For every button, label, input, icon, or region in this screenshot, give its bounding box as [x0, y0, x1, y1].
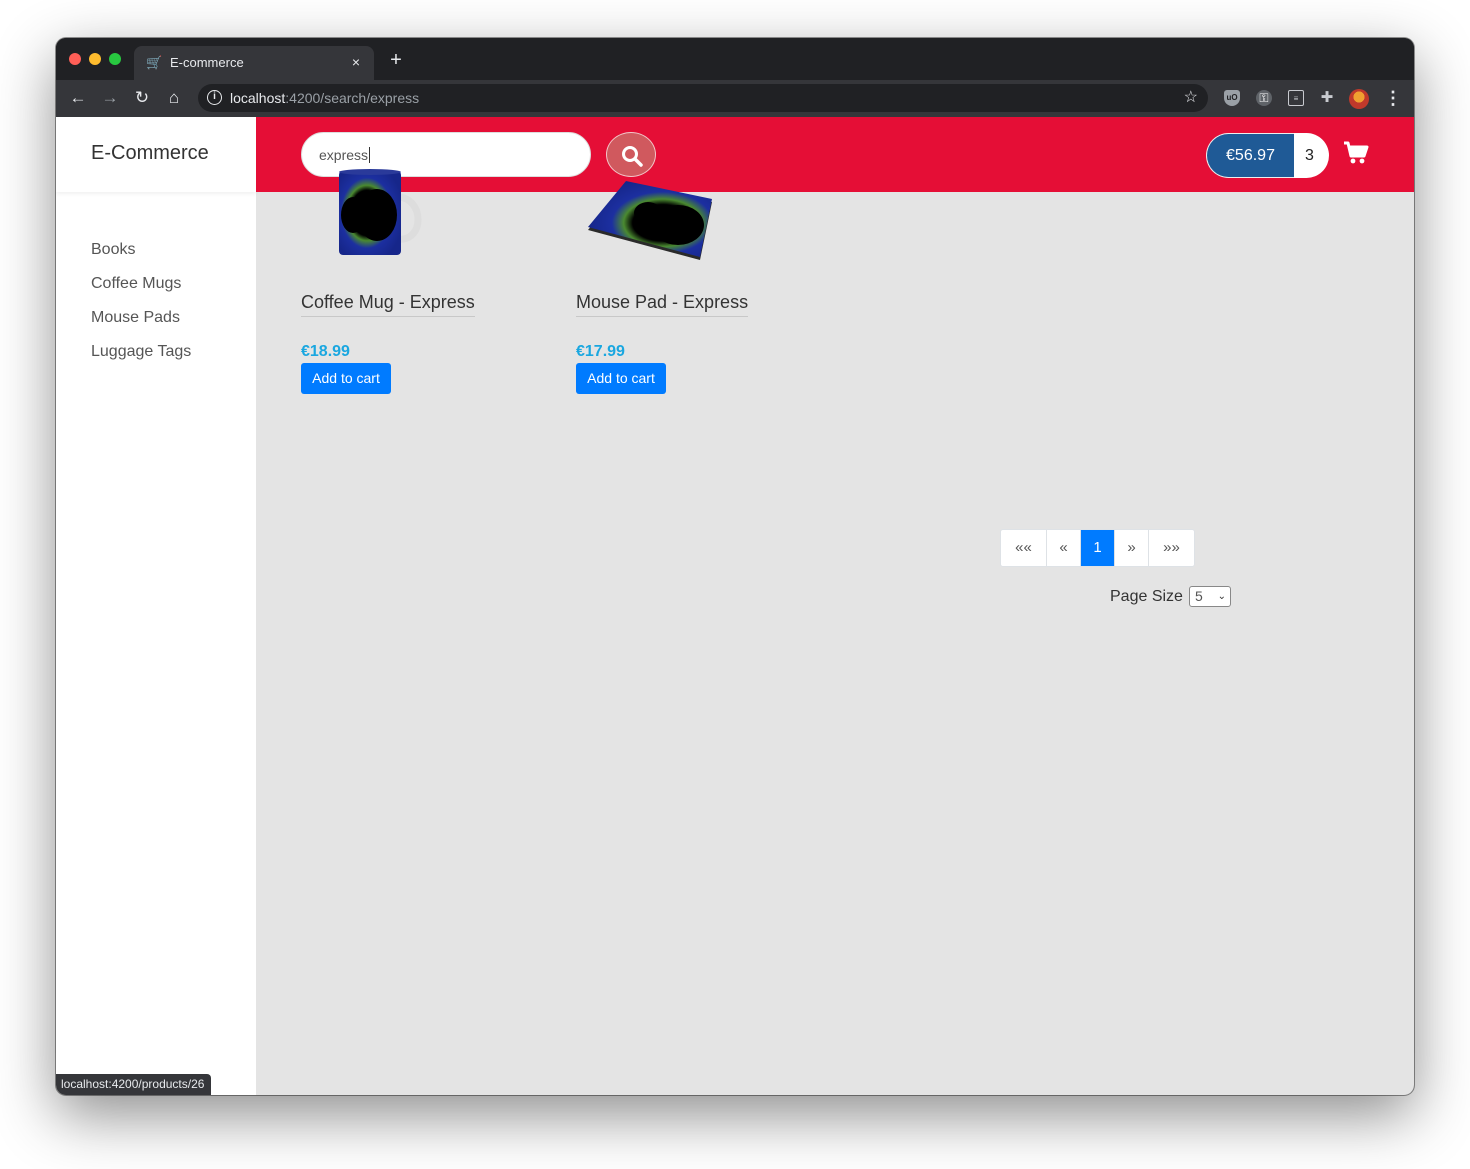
site-info-icon[interactable]: i [207, 90, 222, 105]
extensions-puzzle-icon[interactable]: ✚ [1319, 90, 1335, 106]
link-status-bar: localhost:4200/products/26 [56, 1074, 212, 1095]
address-url[interactable]: localhost:4200/search/express [230, 90, 419, 106]
tab-title: E-commerce [170, 55, 244, 70]
add-to-cart-button[interactable]: Add to cart [576, 363, 666, 394]
product-price: €18.99 [301, 343, 350, 360]
bookmark-star-icon[interactable]: ☆ [1184, 88, 1198, 108]
brand-logo[interactable]: E-Commerce [91, 141, 209, 165]
sidebar: E-Commerce Books Coffee Mugs Mouse Pads … [56, 117, 256, 1095]
reload-icon[interactable]: ↻ [132, 88, 152, 108]
browser-toolbar: ← → ↻ ⌂ i localhost:4200/search/express … [56, 80, 1414, 117]
product-price: €17.99 [576, 343, 625, 360]
category-link-coffee-mugs[interactable]: Coffee Mugs [91, 267, 191, 301]
forward-arrow-icon[interactable]: → [100, 88, 120, 108]
cart-favicon-icon: 🛒 [146, 55, 163, 70]
add-to-cart-button[interactable]: Add to cart [301, 363, 391, 394]
password-extension-icon[interactable]: ⚿ [1256, 90, 1272, 106]
category-link-mouse-pads[interactable]: Mouse Pads [91, 301, 191, 335]
shopping-cart-icon[interactable] [1343, 141, 1369, 165]
category-link-books[interactable]: Books [91, 233, 191, 267]
back-arrow-icon[interactable]: ← [68, 88, 88, 108]
page-viewport: E-Commerce Books Coffee Mugs Mouse Pads … [56, 117, 1414, 1095]
brand-header: E-Commerce [56, 117, 256, 192]
mug-image[interactable] [301, 157, 441, 277]
browser-menu-icon[interactable]: ⋮ [1383, 88, 1403, 108]
close-window-button[interactable] [69, 53, 81, 65]
category-menu: Books Coffee Mugs Mouse Pads Luggage Tag… [91, 233, 191, 369]
minimize-window-button[interactable] [89, 53, 101, 65]
ublock-extension-icon[interactable]: uO [1224, 90, 1240, 106]
new-tab-button[interactable]: + [386, 50, 406, 70]
page-size-label: Page Size [1110, 588, 1183, 605]
address-bar[interactable]: i localhost:4200/search/express ☆ [198, 84, 1208, 112]
browser-window: 🛒 E-commerce × + ← → ↻ ⌂ i localhost:420… [56, 38, 1414, 1095]
browser-tab[interactable]: 🛒 E-commerce × [134, 46, 374, 80]
tab-bar: 🛒 E-commerce × + [56, 38, 1414, 80]
chevron-down-icon: ⌄ [1217, 591, 1226, 602]
maximize-window-button[interactable] [109, 53, 121, 65]
next-page-button[interactable]: » [1115, 530, 1149, 566]
first-page-button[interactable]: «« [1001, 530, 1047, 566]
mousepad-image[interactable] [576, 157, 716, 277]
cart-item-count: 3 [1294, 133, 1329, 178]
document-extension-icon[interactable]: ≡ [1288, 90, 1304, 106]
last-page-button[interactable]: »» [1149, 530, 1194, 566]
product-name-link[interactable]: Mouse Pad - Express [576, 291, 749, 317]
pagination: «« « 1 » »» [1000, 529, 1195, 567]
tab-close-icon[interactable]: × [348, 54, 364, 70]
home-icon[interactable]: ⌂ [164, 88, 184, 108]
cart-total-price: €56.97 [1206, 133, 1294, 178]
category-link-luggage-tags[interactable]: Luggage Tags [91, 335, 191, 369]
product-name-link[interactable]: Coffee Mug - Express [301, 291, 475, 317]
profile-avatar[interactable] [1349, 89, 1369, 109]
page-size-select[interactable]: 5 ⌄ [1189, 586, 1231, 607]
page-size-value: 5 [1195, 588, 1203, 604]
page-1-button[interactable]: 1 [1081, 530, 1115, 566]
previous-page-button[interactable]: « [1047, 530, 1081, 566]
